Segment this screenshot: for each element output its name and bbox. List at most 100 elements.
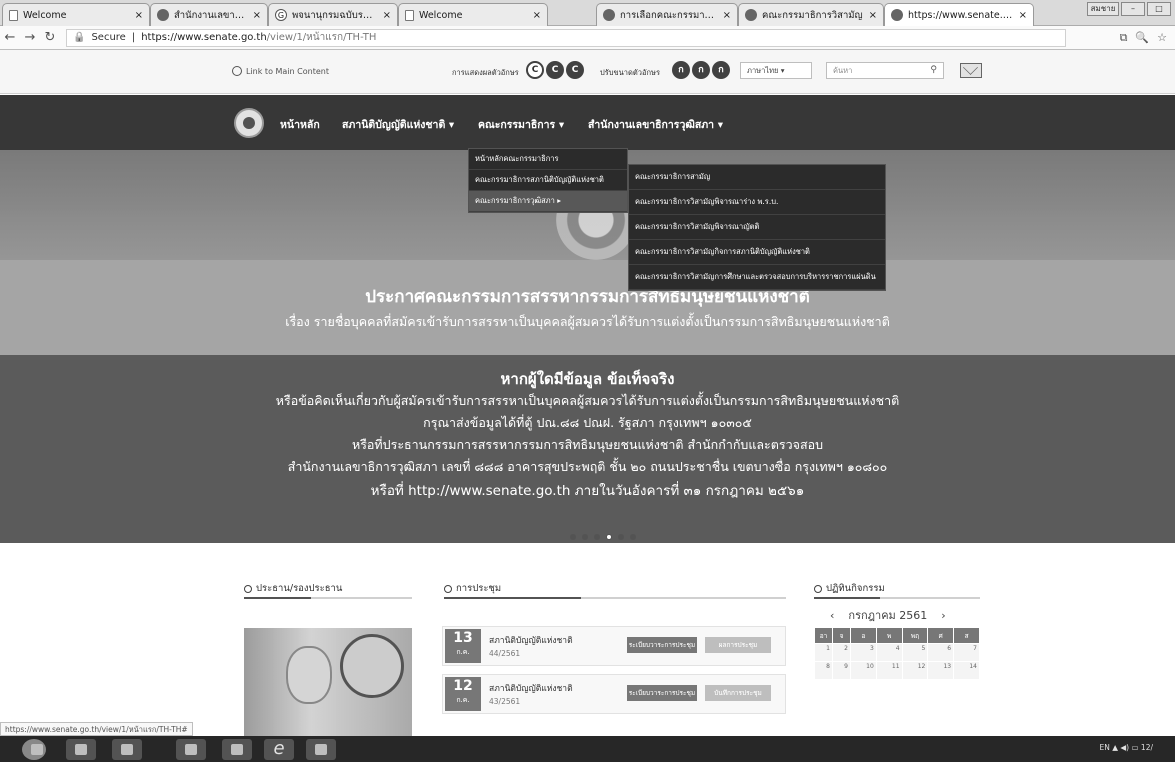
calendar-day[interactable]: 5: [901, 643, 929, 662]
prev-month-button[interactable]: ‹: [830, 609, 834, 622]
url-input[interactable]: 🔒 Secure | https://www.senate.go.th /vie…: [66, 28, 1066, 47]
language-indicator[interactable]: EN: [1099, 743, 1109, 752]
size-option-button[interactable]: ก: [712, 61, 730, 79]
files-taskbar-icon[interactable]: [222, 739, 252, 760]
back-icon[interactable]: ←: [0, 30, 20, 45]
hero-subtitle: เรื่อง รายชื่อบุคคลที่สมัครเข้ารับการสรร…: [285, 314, 890, 329]
calendar-day[interactable]: 2: [832, 643, 851, 662]
hero-text: กรุณาส่งข้อมูลได้ที่ตู้ ปณ.๘๘ ปณฝ. รัฐสภ…: [423, 415, 752, 430]
translate-icon[interactable]: ⧉: [1120, 31, 1128, 45]
meeting-title: สภานิติบัญญัติแห่งชาติ: [489, 636, 573, 646]
nav-nla[interactable]: สภานิติบัญญัติแห่งชาติ ▾: [342, 116, 454, 133]
skip-link[interactable]: Link to Main Content: [232, 66, 329, 76]
close-icon[interactable]: ×: [723, 10, 731, 21]
calendar-day[interactable]: 7: [953, 643, 980, 662]
line-taskbar-icon[interactable]: [306, 739, 336, 760]
submenu-item[interactable]: คณะกรรมาธิการวิสามัญพิจารณาญัตติ: [629, 215, 885, 240]
day-header: อ: [850, 627, 877, 644]
carousel-dot[interactable]: [630, 534, 636, 540]
browser-tab[interactable]: สำนักงานเลขาธิการวุ×: [150, 3, 268, 26]
calendar-day[interactable]: 14: [953, 661, 980, 680]
divider: |: [131, 32, 136, 43]
minimize-button[interactable]: –: [1121, 2, 1145, 16]
agenda-button[interactable]: ระเบียบวาระการประชุม: [627, 637, 697, 653]
minutes-button[interactable]: บันทึกการประชุม: [705, 685, 771, 701]
meeting-date: 12 ก.ค.: [445, 677, 481, 711]
close-icon[interactable]: ×: [869, 10, 877, 21]
media-taskbar-icon[interactable]: [112, 739, 142, 760]
calendar-day[interactable]: 11: [875, 661, 903, 680]
calendar-day[interactable]: 4: [875, 643, 903, 662]
close-icon[interactable]: ×: [253, 10, 261, 21]
carousel-dot[interactable]: [570, 534, 576, 540]
close-icon[interactable]: ×: [383, 10, 391, 21]
dropdown-item[interactable]: คณะกรรมาธิการวุฒิสภา ▸: [469, 191, 627, 212]
zoom-icon[interactable]: 🔍: [1135, 31, 1149, 45]
meeting-item[interactable]: 13 ก.ค. สภานิติบัญญัติแห่งชาติ 44/2561 ระ…: [442, 626, 786, 666]
forward-icon[interactable]: →: [20, 30, 40, 45]
submenu-item[interactable]: คณะกรรมาธิการวิสามัญการศึกษาและตรวจสอบกา…: [629, 265, 885, 290]
browser-tab[interactable]: คณะกรรมาธิการวิสามัญ ×: [738, 3, 884, 26]
browser-tab-active[interactable]: https://www.senate.go ×: [884, 3, 1034, 26]
search-icon[interactable]: ⚲: [930, 63, 937, 78]
browser-tab[interactable]: Welcome ×: [398, 3, 548, 26]
day-header: จ: [832, 627, 851, 644]
chrome-taskbar-icon[interactable]: [66, 739, 96, 760]
nav-home[interactable]: หน้าหลัก: [280, 116, 320, 133]
submenu-item[interactable]: คณะกรรมาธิการวิสามัญพิจารณาร่าง พ.ร.บ.: [629, 190, 885, 215]
profile-button[interactable]: สมชาย: [1087, 2, 1119, 16]
submenu-item[interactable]: คณะกรรมาธิการสามัญ: [629, 165, 885, 190]
page-icon: [9, 9, 18, 21]
language-select[interactable]: ภาษาไทย ▾: [740, 62, 812, 79]
browser-tab[interactable]: Gพจนานุกรมฉบับราชบัณฑิตฯ×: [268, 3, 398, 26]
calendar-day[interactable]: 1: [814, 643, 833, 662]
maximize-button[interactable]: □: [1147, 2, 1171, 16]
hero-title: ประกาศคณะกรรมการสรรหากรรมการสิทธิมนุษยชน…: [365, 287, 810, 307]
senate-logo[interactable]: [234, 108, 264, 138]
font-option-button[interactable]: C: [566, 61, 584, 79]
carousel-dot-active[interactable]: [606, 534, 612, 540]
calendar-day[interactable]: 8: [814, 661, 833, 680]
chrome-taskbar-icon[interactable]: [176, 739, 206, 760]
dropdown-item[interactable]: หน้าหลักคณะกรรมาธิการ: [469, 149, 627, 170]
close-icon[interactable]: ×: [1019, 10, 1027, 21]
ie-taskbar-icon[interactable]: e: [264, 739, 294, 760]
meeting-item[interactable]: 12 ก.ค. สภานิติบัญญัติแห่งชาติ 43/2561 ระ…: [442, 674, 786, 714]
search-input[interactable]: ค้นหา ⚲: [826, 62, 944, 79]
close-icon[interactable]: ×: [135, 10, 143, 21]
calendar-day[interactable]: 3: [850, 643, 877, 662]
calendar-day[interactable]: 6: [927, 643, 955, 662]
agenda-button[interactable]: ระเบียบวาระการประชุม: [627, 685, 697, 701]
dropdown-item[interactable]: คณะกรรมาธิการสภานิติบัญญัติแห่งชาติ: [469, 170, 627, 191]
font-label: การแสดงผลตัวอักษร: [452, 68, 519, 77]
size-option-button[interactable]: ก: [692, 61, 710, 79]
calendar-day[interactable]: 13: [927, 661, 955, 680]
browser-tab[interactable]: Welcome ×: [2, 3, 150, 26]
font-option-button[interactable]: C: [546, 61, 564, 79]
reload-icon[interactable]: ↻: [40, 30, 60, 45]
browser-tab[interactable]: การเลือกคณะกรรมาธิการฯ×: [596, 3, 738, 26]
submenu-item[interactable]: คณะกรรมาธิการวิสามัญกิจการสภานิติบัญญัติ…: [629, 240, 885, 265]
clock[interactable]: 12/: [1141, 743, 1153, 752]
results-button[interactable]: ผลการประชุม: [705, 637, 771, 653]
size-option-button[interactable]: ก: [672, 61, 690, 79]
president-photo[interactable]: [244, 628, 412, 736]
calendar-day[interactable]: 10: [850, 661, 877, 680]
font-option-button[interactable]: C: [526, 61, 544, 79]
nav-committees[interactable]: คณะกรรมาธิการ ▾: [478, 116, 564, 133]
close-icon[interactable]: ×: [533, 10, 541, 21]
site-icon: [603, 9, 615, 21]
calendar-day[interactable]: 9: [832, 661, 851, 680]
carousel-dot[interactable]: [594, 534, 600, 540]
mail-icon[interactable]: [960, 63, 982, 78]
start-button[interactable]: [22, 739, 46, 760]
nav-secretariat[interactable]: สำนักงานเลขาธิการวุฒิสภา ▾: [588, 116, 723, 133]
carousel-dot[interactable]: [582, 534, 588, 540]
star-icon[interactable]: ☆: [1157, 31, 1167, 45]
carousel-dots: [570, 534, 636, 540]
hero-text: หรือที่ http://www.senate.go.th ภายในวัน…: [370, 483, 805, 499]
day-header: พ: [875, 627, 903, 644]
calendar-day[interactable]: 12: [901, 661, 929, 680]
next-month-button[interactable]: ›: [941, 609, 945, 622]
carousel-dot[interactable]: [618, 534, 624, 540]
